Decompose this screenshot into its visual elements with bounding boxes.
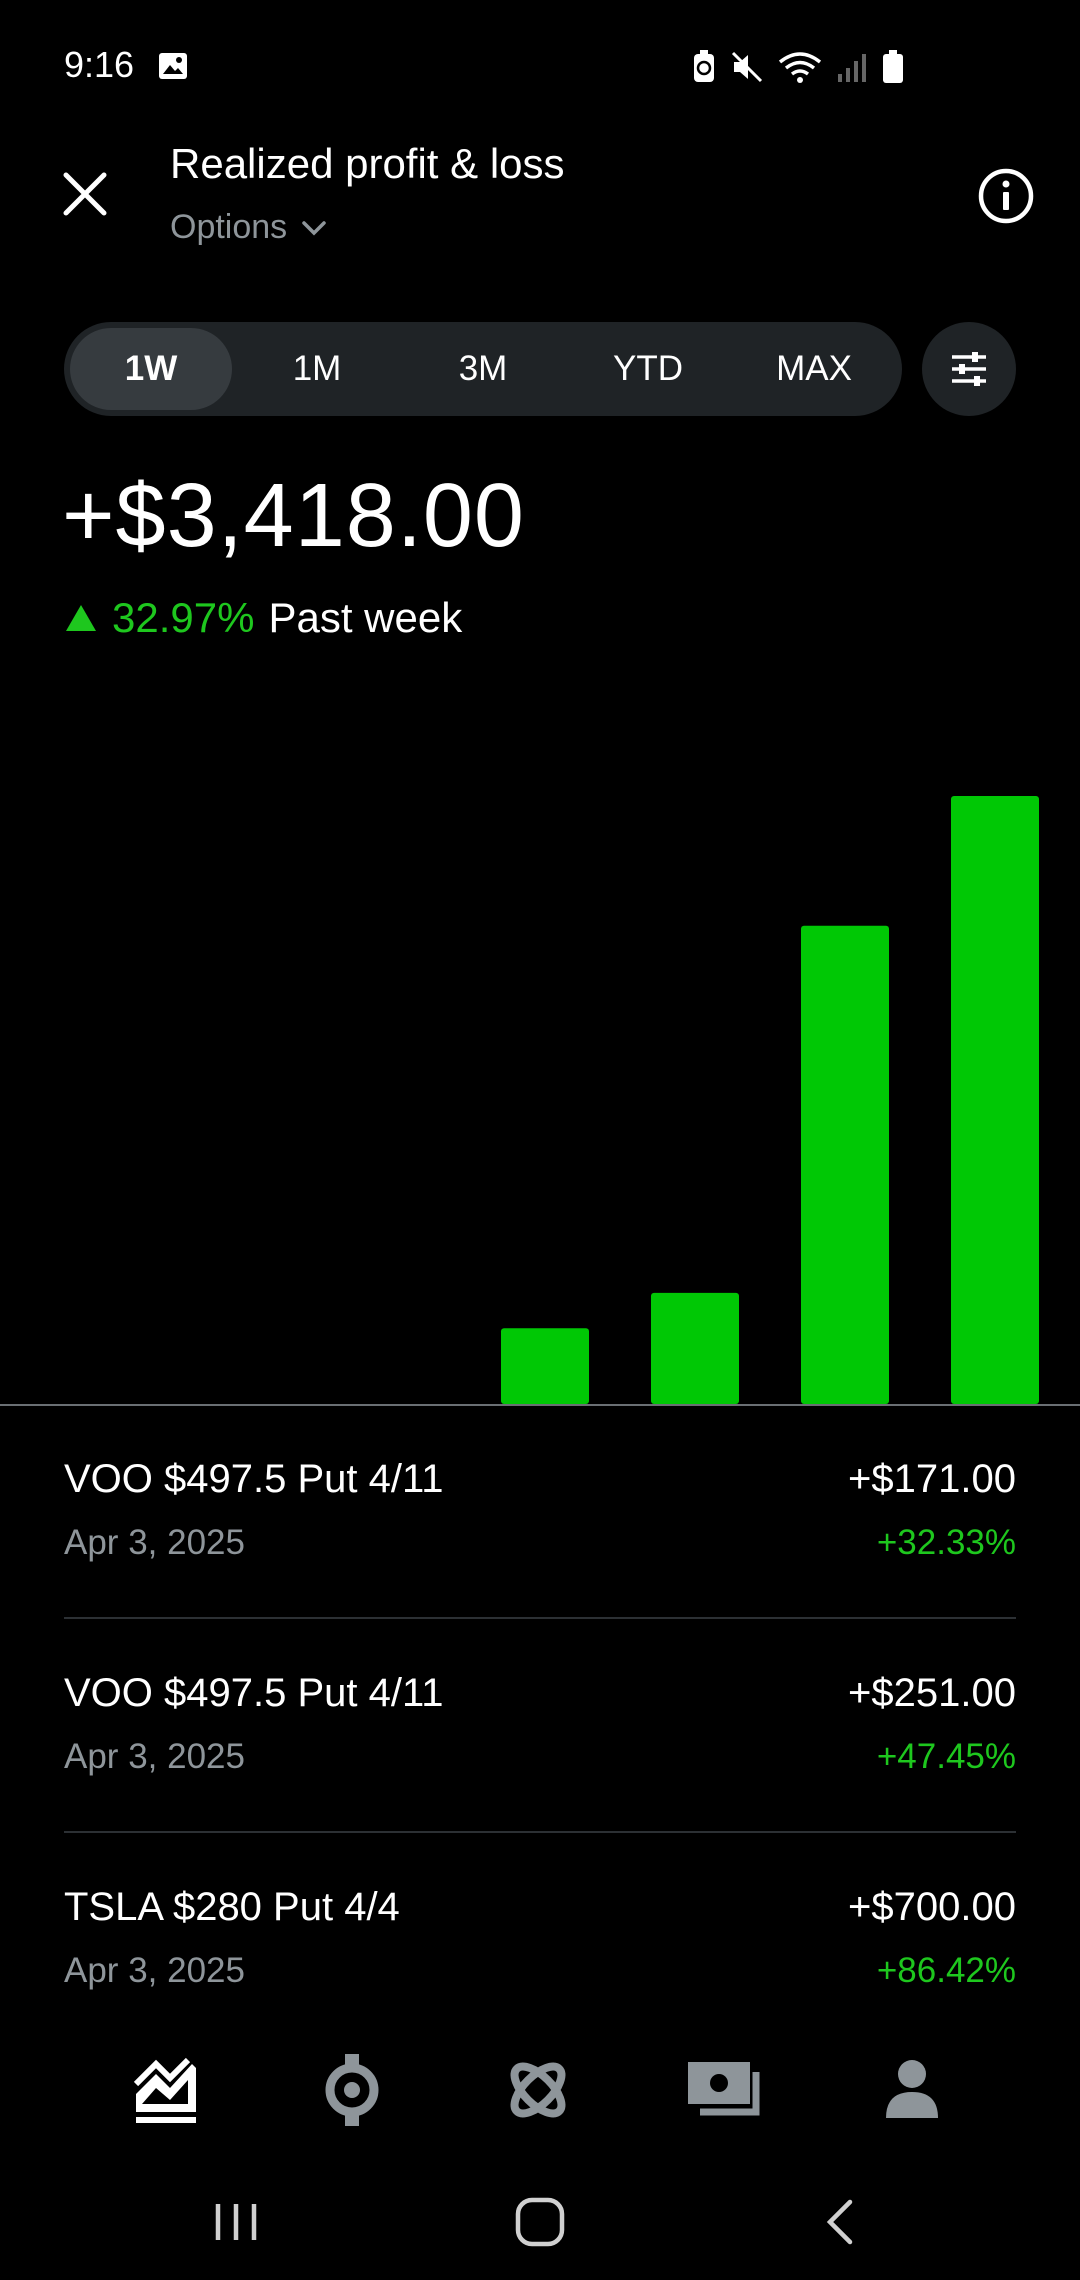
close-icon[interactable] — [56, 165, 114, 223]
transaction-row[interactable]: VOO $497.5 Put 4/11 Apr 3, 2025 +$251.00… — [64, 1619, 1016, 1833]
system-nav — [0, 2150, 1080, 2280]
up-arrow-icon — [66, 605, 96, 631]
range-tabs: 1W 1M 3M YTD MAX — [64, 322, 902, 416]
back-icon[interactable] — [812, 2192, 872, 2252]
tab-1w[interactable]: 1W — [70, 328, 232, 410]
chart-bar — [501, 1328, 589, 1404]
cash-icon[interactable] — [684, 2050, 764, 2130]
wifi-icon — [778, 52, 822, 83]
info-icon[interactable] — [976, 166, 1036, 226]
tab-1m[interactable]: 1M — [236, 328, 398, 410]
transaction-name: VOO $497.5 Put 4/11 — [64, 1671, 444, 1715]
sliders-icon — [952, 352, 986, 386]
tab-max[interactable]: MAX — [733, 328, 895, 410]
transaction-date: Apr 3, 2025 — [64, 1737, 245, 1776]
total-pnl: +$3,418.00 — [62, 466, 525, 566]
status-bar: 9:16 — [0, 0, 1080, 130]
transaction-amount: +$251.00 — [848, 1671, 1016, 1715]
asset-filter-label: Options — [170, 208, 288, 246]
bottom-nav — [0, 2010, 1080, 2150]
account-icon[interactable] — [872, 2050, 952, 2130]
home-icon[interactable] — [510, 2192, 570, 2252]
status-icons — [692, 50, 904, 84]
change-percent: 32.97% — [112, 594, 255, 641]
pnl-bar-chart — [0, 796, 1080, 1406]
chart-bar — [651, 1292, 739, 1404]
battery-icon — [883, 50, 903, 83]
transaction-percent: +32.33% — [876, 1523, 1016, 1562]
transaction-name: VOO $497.5 Put 4/11 — [64, 1457, 444, 1501]
transaction-percent: +86.42% — [876, 1951, 1016, 1990]
asset-filter-dropdown[interactable]: Options — [170, 208, 327, 247]
battery-saver-icon — [694, 50, 714, 82]
transaction-name: TSLA $280 Put 4/4 — [64, 1885, 400, 1929]
mute-icon — [731, 51, 763, 83]
signal-icon — [838, 54, 866, 82]
transaction-amount: +$171.00 — [848, 1457, 1016, 1501]
browse-icon[interactable] — [498, 2050, 578, 2130]
chart-bar — [951, 796, 1039, 1404]
transaction-amount: +$700.00 — [848, 1885, 1016, 1929]
change-period: Past week — [268, 594, 463, 641]
transaction-percent: +47.45% — [876, 1737, 1016, 1776]
filter-button[interactable] — [922, 322, 1016, 416]
transaction-row[interactable]: VOO $497.5 Put 4/11 Apr 3, 2025 +$171.00… — [64, 1405, 1016, 1619]
tab-ytd[interactable]: YTD — [567, 328, 729, 410]
chevron-down-icon — [302, 220, 326, 235]
status-time: 9:16 — [64, 44, 135, 85]
crypto-icon[interactable] — [312, 2050, 392, 2130]
change-row: 32.97% Past week — [64, 594, 462, 642]
investing-icon[interactable] — [126, 2050, 206, 2130]
chart-bar — [801, 925, 889, 1404]
page-title: Realized profit & loss — [170, 140, 565, 187]
recents-icon[interactable] — [206, 2192, 266, 2252]
gallery-icon — [159, 53, 187, 79]
transaction-date: Apr 3, 2025 — [64, 1523, 245, 1562]
transaction-date: Apr 3, 2025 — [64, 1951, 245, 1990]
tab-3m[interactable]: 3M — [402, 328, 564, 410]
transaction-list: VOO $497.5 Put 4/11 Apr 3, 2025 +$171.00… — [64, 1405, 1016, 2045]
